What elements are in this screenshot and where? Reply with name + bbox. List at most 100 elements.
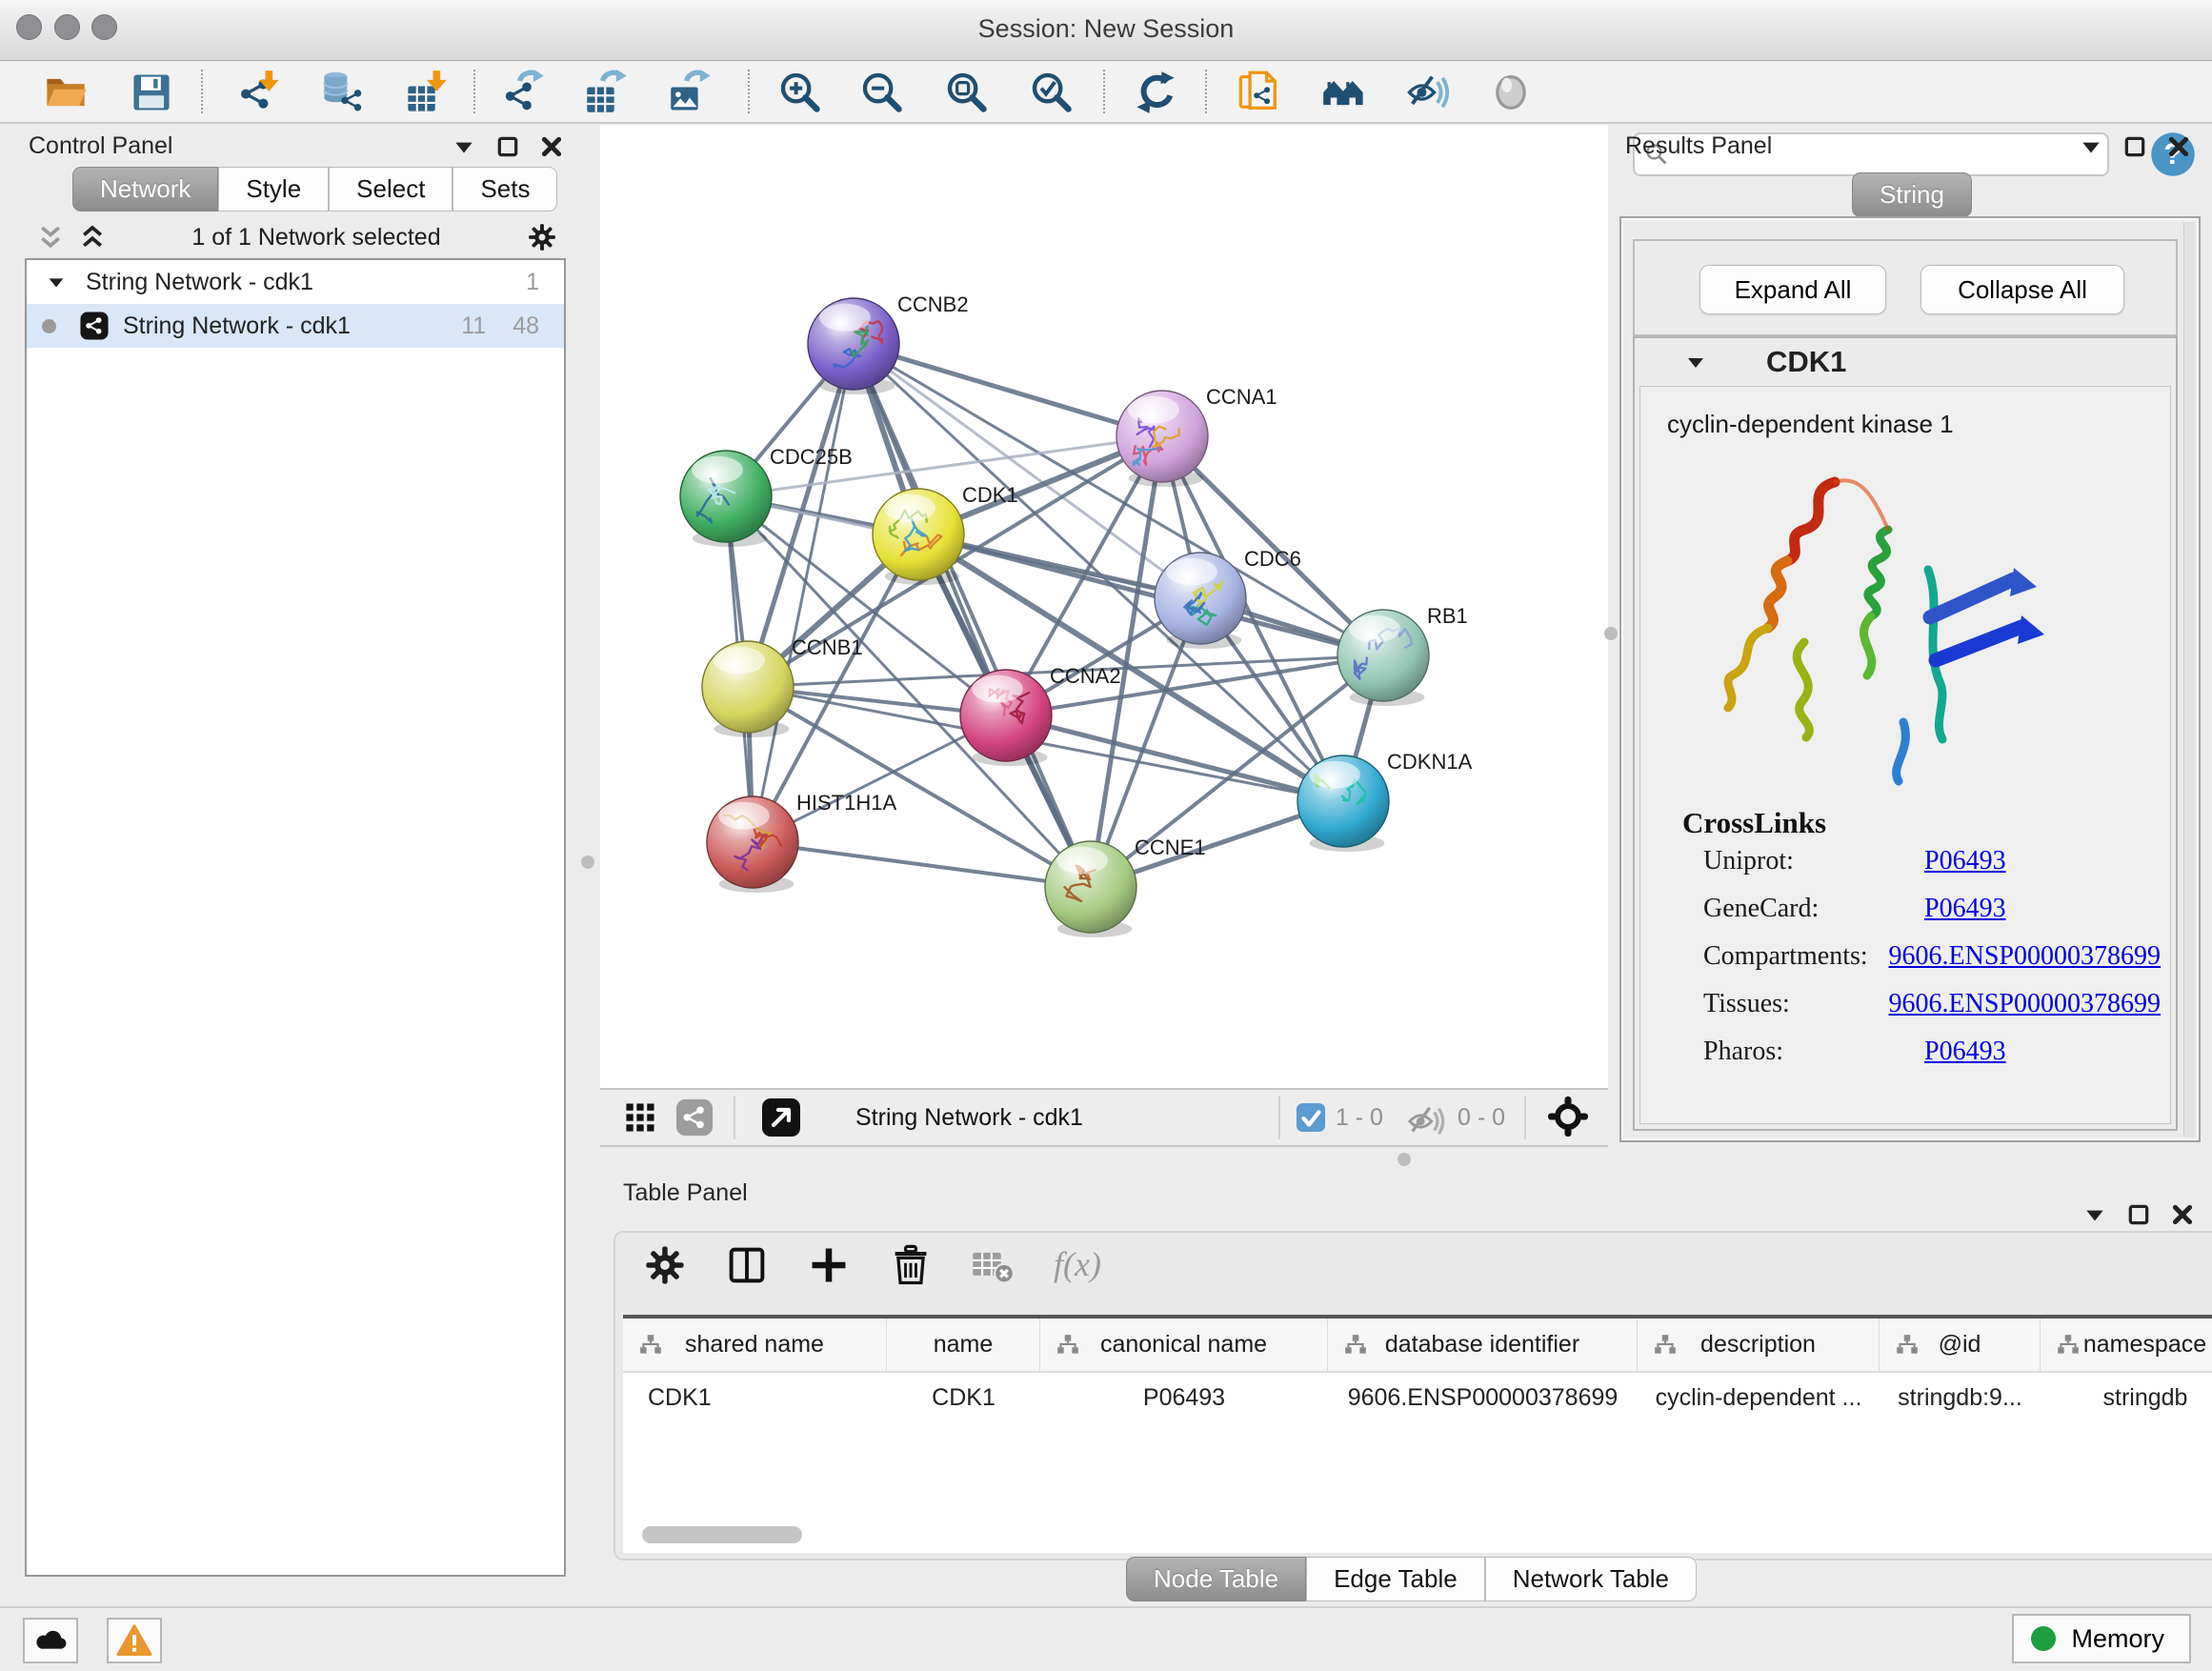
table-cell[interactable]: CDK1 (887, 1373, 1040, 1422)
column-header-database-identifier[interactable]: database identifier (1328, 1319, 1638, 1371)
column-header-id[interactable]: @id (1880, 1319, 2041, 1371)
refresh-layout-button[interactable] (1133, 70, 1178, 115)
left-splitter-handle[interactable] (581, 856, 594, 869)
zoom-selected-button[interactable] (1029, 70, 1075, 115)
network-collection-row[interactable]: String Network - cdk1 1 (27, 260, 564, 304)
import-network-database-button[interactable] (320, 70, 366, 115)
tab-sets[interactable]: Sets (452, 167, 557, 211)
import-network-file-button[interactable] (236, 70, 282, 115)
selected-checkbox-icon[interactable] (1296, 1102, 1326, 1133)
results-scrollbar[interactable] (2183, 222, 2195, 1137)
collapse-caret-icon[interactable] (452, 134, 476, 159)
export-image-button[interactable] (668, 70, 714, 115)
cloud-sync-button[interactable] (23, 1618, 78, 1663)
open-external-button[interactable] (760, 1096, 802, 1139)
birdseye-crosshair-icon[interactable] (1547, 1096, 1591, 1139)
zoom-fit-button[interactable] (944, 70, 990, 115)
collapse-caret-icon[interactable] (2079, 134, 2103, 159)
collapse-all-button[interactable]: Collapse All (1920, 265, 2124, 314)
float-window-icon[interactable] (2126, 1202, 2151, 1227)
add-column-button[interactable] (806, 1242, 852, 1288)
network-node-CDKN1A[interactable]: CDKN1A (1297, 750, 1473, 852)
tab-network-table[interactable]: Network Table (1485, 1557, 1697, 1601)
close-panel-icon[interactable] (539, 134, 564, 159)
zoom-out-button[interactable] (859, 70, 905, 115)
delete-column-button[interactable] (888, 1242, 934, 1288)
function-builder-button[interactable]: f(x) (1052, 1242, 1113, 1288)
column-header-canonical-name[interactable]: canonical name (1040, 1319, 1328, 1371)
network-node-HIST1H1A[interactable]: HIST1H1A (707, 791, 896, 893)
tab-string[interactable]: String (1852, 172, 1972, 217)
warning-button[interactable] (107, 1618, 162, 1663)
column-header-namespace[interactable]: namespace (2041, 1319, 2212, 1371)
collection-caret-icon[interactable] (46, 272, 67, 292)
network-node-CDK1[interactable]: CDK1 (873, 483, 1018, 585)
crosslink-link[interactable]: P06493 (1924, 846, 2006, 894)
zoom-in-button[interactable] (777, 70, 823, 115)
protein-section-header[interactable]: CDK1 (1635, 338, 2176, 386)
show-glass-button[interactable] (1488, 70, 1534, 115)
delete-table-button[interactable] (970, 1242, 1016, 1288)
network-node-CDC6[interactable]: CDC6 (1155, 547, 1301, 649)
memory-button[interactable]: Memory (2012, 1614, 2191, 1663)
string-home-button[interactable] (1321, 70, 1367, 115)
float-window-icon[interactable] (2122, 134, 2147, 159)
expand-all-networks-icon[interactable] (36, 223, 65, 252)
network-row-selected[interactable]: String Network - cdk1 11 48 (27, 304, 564, 348)
table-cell[interactable]: P06493 (1040, 1373, 1328, 1422)
import-table-file-button[interactable] (404, 70, 450, 115)
table-cell[interactable]: CDK1 (623, 1373, 887, 1422)
network-canvas[interactable]: CCNB2CCNA1CDC25BCDK1CDC6RB1CCNB1CCNA2CDK… (600, 125, 1608, 1088)
column-header-name[interactable]: name (887, 1319, 1040, 1371)
tab-edge-table[interactable]: Edge Table (1306, 1557, 1485, 1601)
hide-nodes-button[interactable] (1405, 70, 1451, 115)
tab-network[interactable]: Network (72, 167, 218, 211)
collapse-caret-icon[interactable] (2082, 1202, 2107, 1227)
save-session-button[interactable] (129, 70, 174, 115)
column-header-description[interactable]: description (1638, 1319, 1880, 1371)
split-columns-button[interactable] (724, 1242, 770, 1288)
tab-select[interactable]: Select (329, 167, 452, 211)
protein-caret-icon[interactable] (1684, 351, 1707, 373)
close-panel-icon[interactable] (2166, 134, 2191, 159)
expand-all-button[interactable]: Expand All (1699, 265, 1886, 314)
grid-view-button[interactable] (621, 1096, 659, 1139)
network-node-CCNB2[interactable]: CCNB2 (808, 292, 969, 394)
network-node-CCNE1[interactable]: CCNE1 (1045, 836, 1206, 937)
network-column-icon (1343, 1333, 1368, 1358)
network-node-RB1[interactable]: RB1 (1337, 604, 1468, 706)
table-cell[interactable]: stringdb:9... (1880, 1373, 2041, 1422)
table-cell[interactable]: stringdb (2041, 1373, 2212, 1422)
close-panel-icon[interactable] (2170, 1202, 2195, 1227)
crosslink-link[interactable]: 9606.ENSP00000378699 (1889, 941, 2161, 989)
tab-node-table[interactable]: Node Table (1126, 1557, 1306, 1601)
table-horizontal-scrollbar[interactable] (642, 1526, 802, 1543)
network-node-CCNA2[interactable]: CCNA2 (960, 664, 1121, 766)
crosslink-link[interactable]: P06493 (1924, 1037, 2006, 1084)
table-row[interactable]: CDK1CDK1P064939606.ENSP00000378699cyclin… (623, 1373, 2212, 1422)
table-settings-gear-button[interactable] (642, 1242, 688, 1288)
string-import-button[interactable] (1237, 70, 1283, 115)
crosslink-link[interactable]: 9606.ENSP00000378699 (1889, 989, 2161, 1037)
share-view-button[interactable] (674, 1096, 714, 1139)
network-graph[interactable]: CCNB2CCNA1CDC25BCDK1CDC6RB1CCNB1CCNA2CDK… (600, 125, 1608, 1088)
network-node-CDC25B[interactable]: CDC25B (680, 445, 853, 547)
tab-style[interactable]: Style (218, 167, 329, 211)
node-label: CCNA2 (1050, 664, 1121, 688)
add-column-icon (806, 1242, 852, 1288)
right-splitter-handle[interactable] (1604, 627, 1618, 640)
column-header-shared-name[interactable]: shared name (623, 1319, 887, 1371)
collapse-all-networks-icon[interactable] (78, 223, 107, 252)
hidden-eye-icon[interactable] (1406, 1101, 1448, 1134)
bottom-splitter-handle[interactable] (1398, 1153, 1411, 1166)
export-table-button[interactable] (584, 70, 630, 115)
open-file-button[interactable] (43, 70, 89, 115)
table-cell[interactable]: cyclin-dependent ... (1638, 1373, 1880, 1422)
export-network-button[interactable] (501, 70, 547, 115)
float-window-icon[interactable] (495, 134, 520, 159)
window-title: Session: New Session (0, 14, 2212, 44)
network-column-icon (2056, 1333, 2081, 1358)
crosslink-link[interactable]: P06493 (1924, 894, 2006, 941)
table-cell[interactable]: 9606.ENSP00000378699 (1328, 1373, 1638, 1422)
network-options-gear-icon[interactable] (526, 221, 558, 253)
